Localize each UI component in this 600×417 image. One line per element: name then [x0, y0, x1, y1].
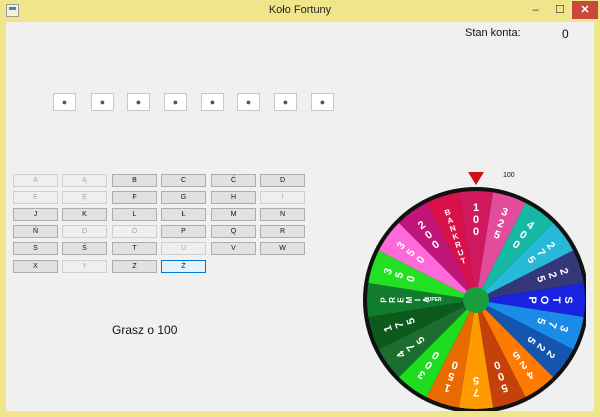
letter-button[interactable]: B — [112, 174, 157, 187]
letter-button[interactable]: J — [13, 208, 58, 221]
letter-slot: ● — [91, 93, 114, 111]
letter-button: Ę — [62, 191, 107, 204]
letter-button: I — [260, 191, 305, 204]
letter-button: Ą — [62, 174, 107, 187]
letter-button[interactable]: L — [112, 208, 157, 221]
letter-button[interactable]: D — [260, 174, 305, 187]
letter-button[interactable]: X — [13, 260, 58, 273]
letter-button[interactable]: V — [211, 242, 256, 255]
letter-button[interactable]: W — [260, 242, 305, 255]
letter-button: E — [13, 191, 58, 204]
svg-text:1: 1 — [473, 202, 479, 214]
close-icon[interactable]: ✕ — [572, 1, 598, 19]
wheel-segment-label: 100 — [473, 202, 479, 238]
letter-button[interactable]: Ć — [211, 174, 256, 187]
letter-button[interactable]: Ń — [13, 225, 58, 238]
letter-button[interactable]: Z — [112, 260, 157, 273]
letter-button[interactable]: T — [112, 242, 157, 255]
letter-button[interactable]: S — [13, 242, 58, 255]
svg-text:S: S — [562, 296, 574, 303]
letter-slot: ● — [53, 93, 76, 111]
letter-button[interactable]: G — [161, 191, 206, 204]
letter-button[interactable]: Ż — [161, 260, 206, 273]
letter-button[interactable]: C — [161, 174, 206, 187]
letter-button[interactable]: H — [211, 191, 256, 204]
letter-button: Ó — [112, 225, 157, 238]
letter-slot: ● — [237, 93, 260, 111]
letter-button: Y — [62, 260, 107, 273]
window-title: Koło Fortuny — [268, 4, 332, 16]
letter-slot: ● — [127, 93, 150, 111]
svg-text:0: 0 — [473, 214, 479, 226]
letter-slot: ● — [274, 93, 297, 111]
minimize-icon[interactable]: ‒ — [523, 1, 548, 19]
wheel-segment-label: STOP — [526, 296, 574, 305]
game-panel: Stan konta: 0 ● ● ● ● ● ● ● ● AĄBCĆD EĘFGHI JKLŁM… — [6, 22, 594, 411]
maximize-icon[interactable]: ☐ — [548, 1, 572, 19]
app-window: Koło Fortuny ‒ ☐ ✕ Stan konta: 0 ● ● ● ● ● ● ●… — [0, 0, 600, 417]
svg-text:O: O — [538, 296, 550, 305]
balance-value: 0 — [562, 27, 569, 41]
letter-button[interactable]: R — [260, 225, 305, 238]
wheel-segment-label: 75 — [473, 374, 479, 398]
status-text: Grasz o 100 — [112, 323, 178, 337]
balance-label: Stan konta: — [465, 27, 521, 39]
letter-button: O — [62, 225, 107, 238]
letter-button: U — [161, 242, 206, 255]
letter-button[interactable]: K — [62, 208, 107, 221]
letter-button[interactable]: F — [112, 191, 157, 204]
letter-button[interactable]: M — [211, 208, 256, 221]
svg-text:SUPER: SUPER — [424, 297, 442, 303]
letter-button[interactable]: Ś — [62, 242, 107, 255]
svg-text:5: 5 — [473, 374, 479, 386]
letter-button[interactable]: Ł — [161, 208, 206, 221]
svg-text:P: P — [526, 296, 538, 303]
title-bar[interactable]: Koło Fortuny ‒ ☐ ✕ — [0, 0, 600, 22]
letter-button[interactable]: P — [161, 225, 206, 238]
letter-button[interactable]: N — [260, 208, 305, 221]
wheel-pointer-icon — [468, 172, 484, 185]
wheel-hub — [463, 287, 489, 313]
letter-slot: ● — [201, 93, 224, 111]
svg-text:T: T — [550, 297, 562, 304]
fortune-wheel[interactable]: 100325400 275225STOP375225425500751503004… — [361, 167, 586, 411]
letter-slot: ● — [164, 93, 187, 111]
letter-button: A — [13, 174, 58, 187]
letter-button[interactable]: Q — [211, 225, 256, 238]
svg-text:0: 0 — [473, 226, 479, 238]
letter-slot: ● — [311, 93, 334, 111]
wheel-segment-label: P R E M I ASUPER — [380, 296, 442, 303]
svg-text:7: 7 — [473, 386, 479, 398]
